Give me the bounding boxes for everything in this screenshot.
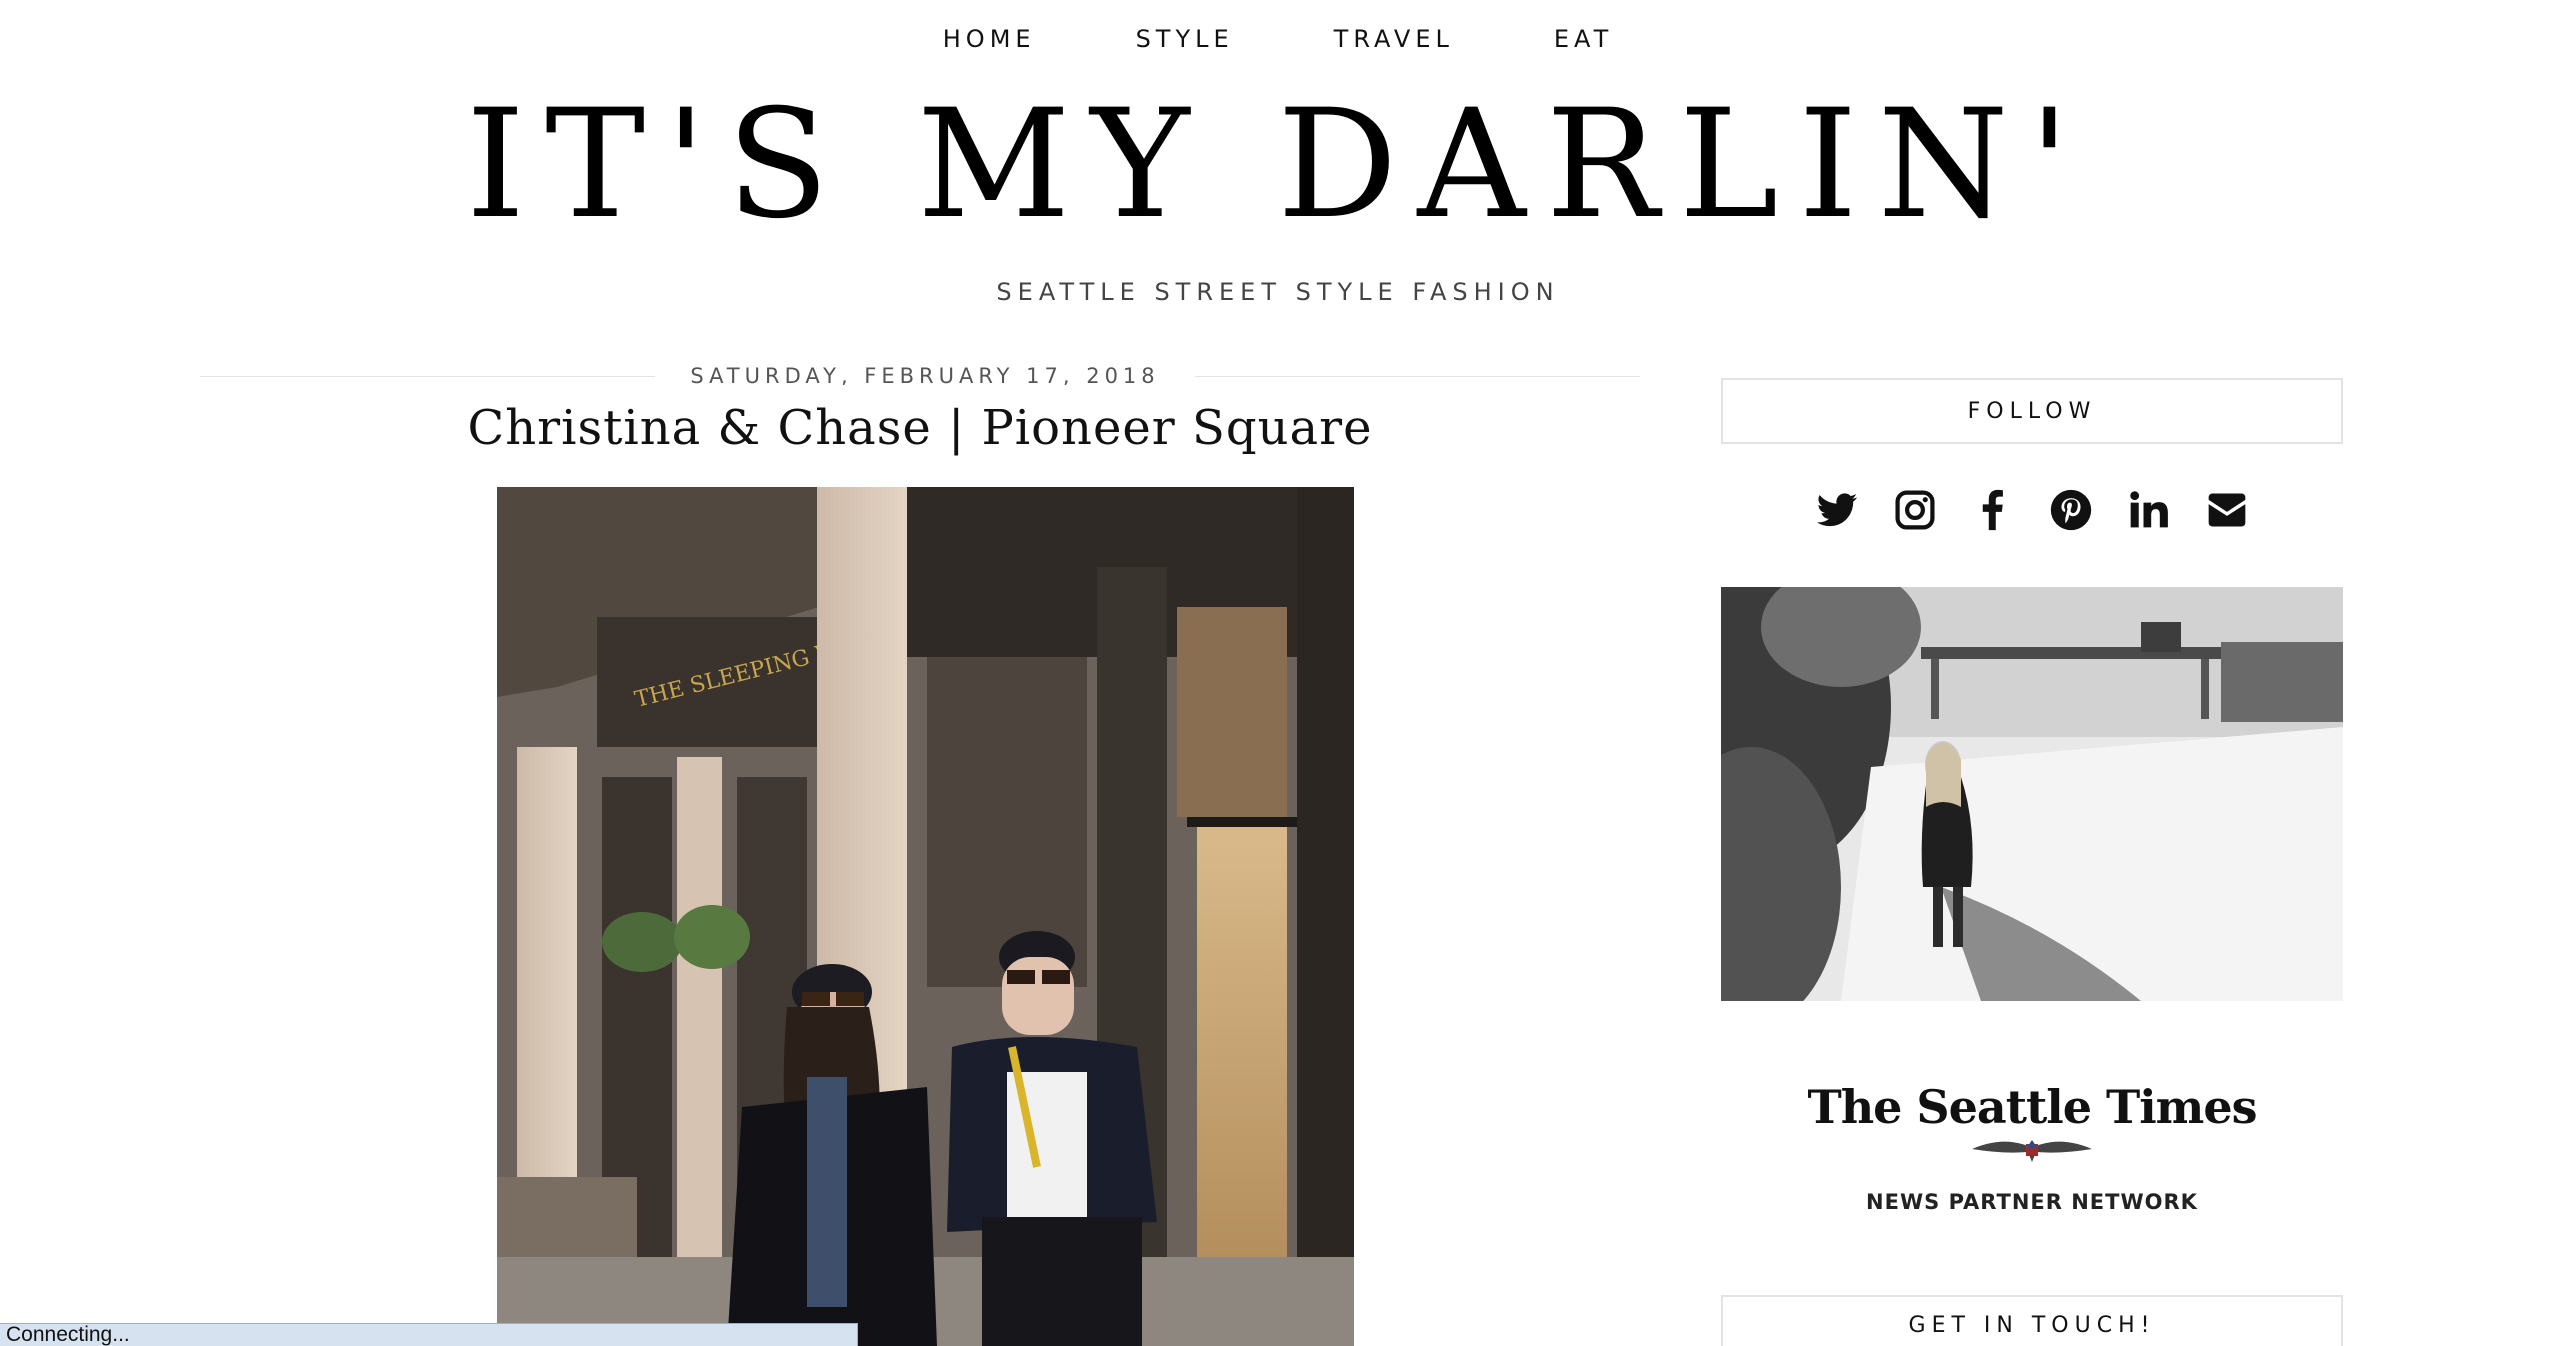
post-title[interactable]: Christina & Chase | Pioneer Square xyxy=(200,400,1640,456)
post-date: SATURDAY, FEBRUARY 17, 2018 xyxy=(655,363,1195,385)
partner-wordmark: The Seattle Times xyxy=(1807,1080,2257,1134)
follow-label: FOLLOW xyxy=(1967,398,2097,424)
instagram-icon[interactable] xyxy=(1893,488,1937,532)
facebook-icon[interactable] xyxy=(1971,488,2015,532)
social-links xyxy=(1721,482,2343,538)
email-icon[interactable] xyxy=(2205,488,2249,532)
post-photo[interactable]: THE SLEEPING WINE BAR xyxy=(497,487,1354,1346)
post-photo-graphic: THE SLEEPING WINE BAR xyxy=(497,487,1354,1346)
site-tagline: SEATTLE STREET STYLE FASHION xyxy=(996,278,1560,306)
nav-home[interactable]: HOME xyxy=(943,25,1036,53)
get-in-touch-label: GET IN TOUCH! xyxy=(1908,1312,2156,1338)
linkedin-icon[interactable] xyxy=(2127,488,2171,532)
site-title[interactable]: IT'S MY DARLIN' xyxy=(0,80,2556,250)
nav-travel[interactable]: TRAVEL xyxy=(1334,25,1454,53)
nav-style[interactable]: STYLE xyxy=(1136,25,1234,53)
get-in-touch-heading: GET IN TOUCH! xyxy=(1721,1295,2343,1346)
partner-network-label: NEWS PARTNER NETWORK xyxy=(1866,1190,2198,1214)
top-nav: HOME STYLE TRAVEL EAT xyxy=(0,0,2556,78)
page: HOME STYLE TRAVEL EAT IT'S MY DARLIN' SE… xyxy=(0,0,2556,1346)
follow-heading: FOLLOW xyxy=(1721,378,2343,444)
pinterest-icon[interactable] xyxy=(2049,488,2093,532)
nav-eat[interactable]: EAT xyxy=(1554,25,1613,53)
about-photo-graphic xyxy=(1721,587,2343,1001)
seattle-times-badge[interactable]: The Seattle Times NEWS PARTNER NETWORK xyxy=(1721,1080,2343,1220)
about-photo[interactable] xyxy=(1721,587,2343,1001)
browser-status-bar: Connecting... xyxy=(0,1323,858,1346)
twitter-icon[interactable] xyxy=(1815,488,1859,532)
eagle-emblem-icon xyxy=(1972,1140,2092,1162)
